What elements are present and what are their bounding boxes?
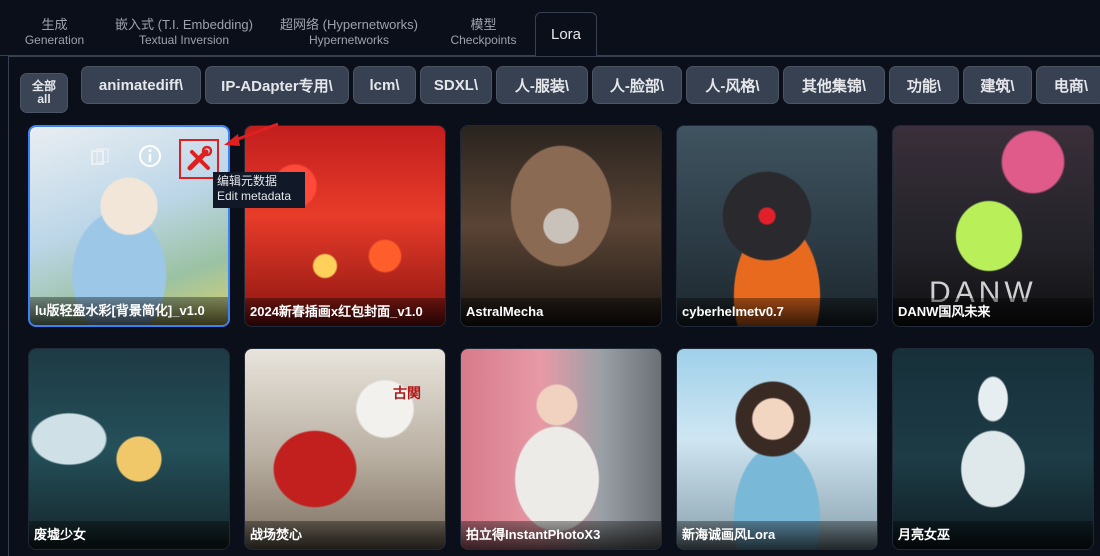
tooltip-line: 编辑元数据 xyxy=(217,174,278,188)
card-name: 月亮女巫 xyxy=(893,521,1093,549)
filter-function-button[interactable]: 功能\ xyxy=(889,66,959,104)
filter-collections-button[interactable]: 其他集锦\ xyxy=(783,66,885,104)
filter-face-button[interactable]: 人-脸部\ xyxy=(592,66,682,104)
card-thumbnail xyxy=(245,349,445,549)
card-thumbnail xyxy=(677,349,877,549)
tab-label: 生成 xyxy=(41,17,68,32)
tab-generation[interactable]: 生成 Generation xyxy=(22,17,87,48)
card-name: AstralMecha xyxy=(461,298,661,326)
tab-hypernetworks[interactable]: 超网络 (Hypernetworks) Hypernetworks xyxy=(280,17,418,48)
edit-metadata-tooltip: 编辑元数据 Edit metadata xyxy=(213,172,305,208)
info-icon[interactable] xyxy=(138,144,162,168)
filter-label: 建筑\ xyxy=(980,77,1015,95)
lora-card[interactable]: DANW DANW国风未来 xyxy=(892,125,1094,327)
tab-sublabel: Checkpoints xyxy=(450,33,517,47)
tab-label: 嵌入式 (T.I. Embedding) xyxy=(115,17,253,32)
red-arrow-annotation xyxy=(224,122,279,146)
card-thumbnail xyxy=(245,126,445,326)
filter-label: IP-ADapter专用\ xyxy=(221,77,333,95)
filter-label: 人-风格\ xyxy=(705,77,760,95)
filter-label: lcm\ xyxy=(369,76,400,94)
tab-sublabel: Textual Inversion xyxy=(138,33,230,47)
filter-clothing-button[interactable]: 人-服装\ xyxy=(496,66,588,104)
copy-path-icon[interactable] xyxy=(88,146,112,170)
card-name: 废墟少女 xyxy=(29,521,229,549)
filter-label: 电商\ xyxy=(1053,77,1089,95)
filter-sdxl-button[interactable]: SDXL\ xyxy=(420,66,492,104)
lora-card[interactable]: 新海诚画风Lora xyxy=(676,348,878,550)
filter-ecommerce-button[interactable]: 电商\ xyxy=(1036,66,1100,104)
lora-card[interactable]: 废墟少女 xyxy=(28,348,230,550)
lora-card[interactable]: 2024新春插画x红包封面_v1.0 xyxy=(244,125,446,327)
filter-label: 功能\ xyxy=(906,77,942,95)
tab-label: 模型 xyxy=(470,17,497,32)
card-name: DANW国风未来 xyxy=(893,298,1093,326)
filter-label: 人-脸部\ xyxy=(609,77,665,95)
tooltip-line: Edit metadata xyxy=(217,189,292,203)
filter-animatediff-button[interactable]: animatediff\ xyxy=(81,66,201,104)
tab-checkpoints[interactable]: 模型 Checkpoints xyxy=(446,17,521,48)
card-name: 新海诚画风Lora xyxy=(677,521,877,549)
filter-ipadapter-button[interactable]: IP-ADapter专用\ xyxy=(205,66,349,104)
filter-label: animatediff\ xyxy=(98,76,184,94)
lora-card[interactable]: 拍立得InstantPhotoX3 xyxy=(460,348,662,550)
card-thumbnail xyxy=(677,126,877,326)
filter-lcm-button[interactable]: lcm\ xyxy=(353,66,416,104)
filter-all-button[interactable]: 全部 all xyxy=(20,73,68,113)
lora-card[interactable]: AstralMecha xyxy=(460,125,662,327)
lora-card[interactable]: cyberhelmetv0.7 xyxy=(676,125,878,327)
card-thumbnail xyxy=(29,349,229,549)
card-name: lu版轻盈水彩[背景简化]_v1.0 xyxy=(30,297,228,325)
card-name: 2024新春插画x红包封面_v1.0 xyxy=(245,298,445,326)
filter-label: SDXL\ xyxy=(433,76,479,94)
card-thumbnail xyxy=(893,349,1093,549)
flag-text: 古関 xyxy=(393,385,421,401)
card-thumbnail xyxy=(461,349,661,549)
tab-label: Lora xyxy=(550,26,582,43)
filter-label: 其他集锦\ xyxy=(801,77,867,95)
filter-style-button[interactable]: 人-风格\ xyxy=(686,66,779,104)
tab-textual-inversion[interactable]: 嵌入式 (T.I. Embedding) Textual Inversion xyxy=(115,17,253,48)
filter-sublabel: all xyxy=(37,92,51,106)
card-name: 拍立得InstantPhotoX3 xyxy=(461,521,661,549)
tab-bar: 生成 Generation 嵌入式 (T.I. Embedding) Textu… xyxy=(0,0,1100,57)
filter-architecture-button[interactable]: 建筑\ xyxy=(963,66,1032,104)
lora-card[interactable]: 月亮女巫 xyxy=(892,348,1094,550)
lora-card[interactable]: 古関 战场焚心 xyxy=(244,348,446,550)
filter-label: 人-服装\ xyxy=(514,77,570,95)
card-name: cyberhelmetv0.7 xyxy=(677,298,877,326)
tab-sublabel: Hypernetworks xyxy=(308,33,390,47)
tab-lora[interactable]: Lora xyxy=(535,12,597,57)
card-thumbnail xyxy=(461,126,661,326)
tab-label: 超网络 (Hypernetworks) xyxy=(280,17,418,32)
card-name: 战场焚心 xyxy=(245,521,445,549)
tab-sublabel: Generation xyxy=(24,33,85,47)
